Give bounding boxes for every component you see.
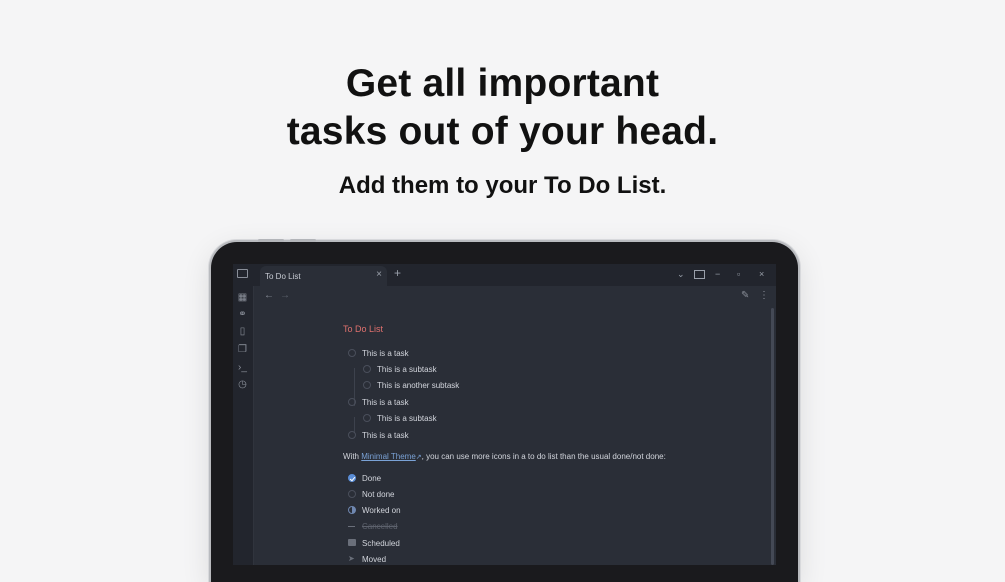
left-ribbon: ▦ ⚭ ▯ ❐ ›_ ◷ bbox=[233, 264, 254, 565]
subheadline: Add them to your To Do List. bbox=[338, 172, 667, 199]
half-circle-icon[interactable] bbox=[348, 506, 356, 514]
scrollbar[interactable] bbox=[771, 308, 774, 565]
task-label: This is a task bbox=[362, 349, 409, 358]
graph-icon[interactable]: ⚭ bbox=[237, 309, 248, 320]
state-label: Done bbox=[362, 474, 382, 483]
task-label: This is a subtask bbox=[377, 365, 437, 374]
tablet-top-button-1 bbox=[258, 239, 284, 242]
close-window-icon[interactable]: × bbox=[759, 269, 764, 279]
minimize-icon[interactable]: − bbox=[715, 269, 720, 279]
forward-arrow-icon[interactable]: → bbox=[280, 291, 290, 301]
headline-line-2: tasks out of your head. bbox=[286, 110, 719, 153]
not-done-checkbox-icon[interactable] bbox=[348, 490, 356, 498]
copy-icon[interactable]: ❐ bbox=[237, 344, 248, 355]
task-checkbox[interactable] bbox=[363, 381, 371, 389]
clock-icon[interactable]: ◷ bbox=[237, 379, 248, 390]
sidebar-toggle-icon[interactable] bbox=[237, 269, 248, 278]
state-label: Not done bbox=[362, 490, 395, 499]
info-paragraph: With Minimal Theme↗, you can use more ic… bbox=[343, 452, 666, 461]
tablet-top-button-2 bbox=[290, 239, 316, 242]
task-checkbox[interactable] bbox=[363, 365, 371, 373]
paragraph-prefix: With bbox=[343, 452, 362, 461]
indent-guide bbox=[354, 417, 355, 433]
arrow-right-icon[interactable]: ➤ bbox=[348, 554, 355, 564]
calendar-icon[interactable] bbox=[348, 539, 356, 546]
task-label: This is a task bbox=[362, 431, 409, 440]
dash-icon[interactable] bbox=[348, 526, 355, 527]
grid-icon[interactable]: ▦ bbox=[237, 292, 248, 303]
paragraph-suffix: , you can use more icons in a to do list… bbox=[421, 452, 666, 461]
state-label: Worked on bbox=[362, 506, 401, 515]
note-title: To Do List bbox=[343, 324, 384, 334]
more-options-icon[interactable]: ⋮ bbox=[759, 291, 769, 301]
tab-to-do-list[interactable]: To Do List × bbox=[260, 266, 387, 286]
tab-bar: To Do List × + ⌄ − ▫ × bbox=[253, 264, 776, 286]
back-arrow-icon[interactable]: ← bbox=[264, 291, 274, 301]
done-checkbox-icon[interactable] bbox=[348, 474, 356, 482]
state-label: Cancelled bbox=[362, 522, 398, 531]
task-label: This is another subtask bbox=[377, 381, 460, 390]
minimal-theme-link[interactable]: Minimal Theme bbox=[361, 452, 416, 461]
task-checkbox[interactable] bbox=[348, 349, 356, 357]
headline: Get all important tasks out of your head… bbox=[0, 60, 1005, 156]
task-checkbox[interactable] bbox=[348, 398, 356, 406]
terminal-icon[interactable]: ›_ bbox=[237, 362, 248, 373]
task-checkbox[interactable] bbox=[348, 431, 356, 439]
task-checkbox[interactable] bbox=[363, 414, 371, 422]
new-tab-icon[interactable]: + bbox=[394, 267, 401, 279]
task-label: This is a subtask bbox=[377, 414, 437, 423]
headline-line-1: Get all important bbox=[345, 62, 660, 105]
edit-icon[interactable]: ✎ bbox=[741, 291, 749, 301]
task-label: This is a task bbox=[362, 398, 409, 407]
close-tab-icon[interactable]: × bbox=[376, 270, 382, 280]
file-icon[interactable]: ▯ bbox=[237, 326, 248, 337]
chevron-down-icon[interactable]: ⌄ bbox=[677, 269, 685, 279]
tab-title: To Do List bbox=[265, 272, 301, 281]
state-label: Scheduled bbox=[362, 539, 400, 548]
state-label: Moved bbox=[362, 555, 387, 564]
maximize-icon[interactable]: ▫ bbox=[737, 269, 740, 279]
app-screen: ▦ ⚭ ▯ ❐ ›_ ◷ To Do List × + ⌄ − ▫ × ← → … bbox=[233, 264, 776, 565]
split-view-icon[interactable] bbox=[694, 270, 705, 279]
nav-bar: ← → ✎ ⋮ bbox=[253, 286, 776, 308]
